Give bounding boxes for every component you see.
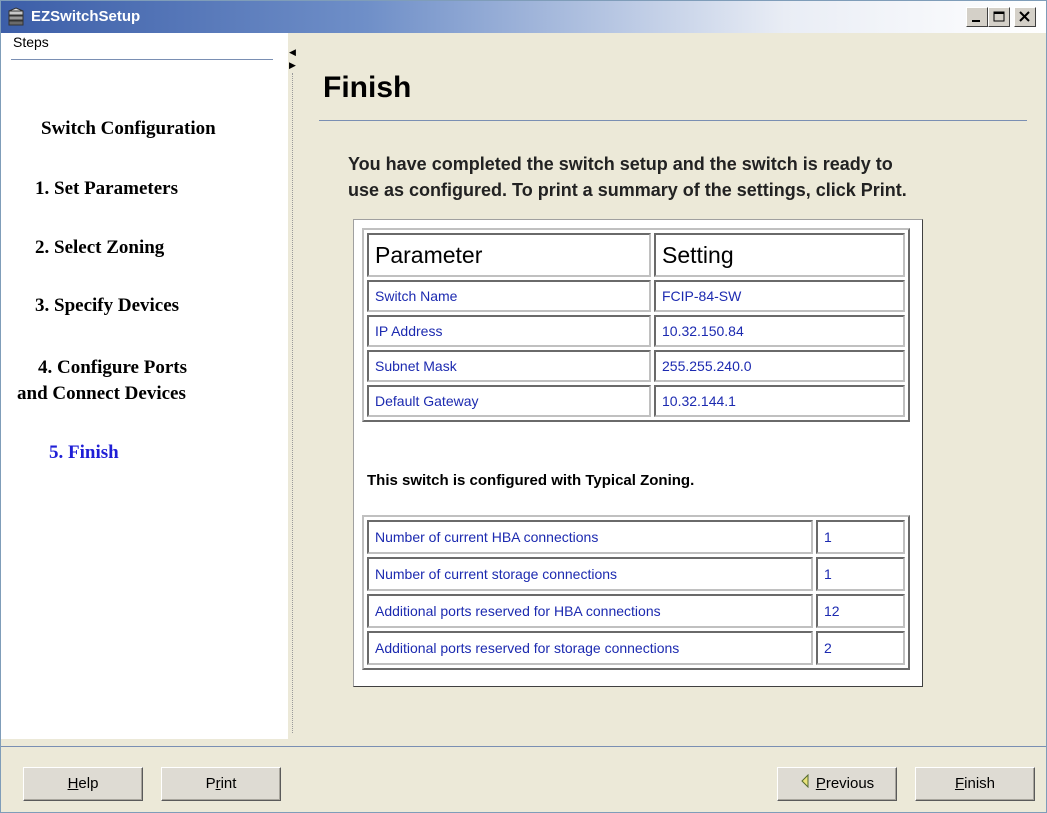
connection-label: Number of current HBA connections (367, 520, 813, 554)
print-label-end: int (220, 775, 237, 792)
expand-right-icon[interactable]: ▶ (289, 61, 296, 70)
header-setting: Setting (654, 233, 905, 277)
print-button[interactable]: Print (161, 767, 281, 801)
previous-button[interactable]: Previous (777, 767, 897, 801)
table-row: Additional ports reserved for HBA connec… (367, 594, 905, 628)
header-parameter: Parameter (367, 233, 651, 277)
collapse-left-icon[interactable]: ◀ (289, 48, 296, 57)
title-bar[interactable]: EZSwitchSetup (1, 1, 1046, 33)
window-title: EZSwitchSetup (31, 8, 141, 25)
connection-label: Additional ports reserved for storage co… (367, 631, 813, 665)
table-row: Number of current storage connections 1 (367, 557, 905, 591)
param-name: Switch Name (367, 280, 651, 312)
intro-text: You have completed the switch setup and … (348, 151, 1028, 203)
table-header-row: Parameter Setting (367, 233, 905, 277)
step-set-parameters: 1. Set Parameters (35, 178, 178, 199)
intro-line-2: use as configured. To print a summary of… (348, 180, 907, 200)
steps-divider (11, 59, 273, 60)
connection-value: 12 (816, 594, 905, 628)
table-row: Number of current HBA connections 1 (367, 520, 905, 554)
maximize-button[interactable] (988, 7, 1010, 27)
step-specify-devices: 3. Specify Devices (35, 295, 180, 316)
print-label-start: P (205, 775, 216, 792)
page-title: Finish (323, 71, 412, 104)
step-configure-ports-line1: 4. Configure Ports (38, 357, 187, 378)
close-button[interactable] (1014, 7, 1036, 27)
param-name: Subnet Mask (367, 350, 651, 382)
param-value: 10.32.150.84 (654, 315, 905, 347)
parameters-table: Parameter Setting Switch Name FCIP-84-SW… (362, 228, 910, 422)
param-value: 255.255.240.0 (654, 350, 905, 382)
finish-label: inish (964, 775, 996, 792)
finish-button[interactable]: Finish (915, 767, 1035, 801)
table-row: IP Address 10.32.150.84 (367, 315, 905, 347)
connections-table: Number of current HBA connections 1 Numb… (362, 515, 910, 670)
param-value: 10.32.144.1 (654, 385, 905, 417)
steps-label: Steps (13, 34, 49, 50)
connection-value: 2 (816, 631, 905, 665)
previous-label: revious (825, 775, 875, 792)
table-row: Subnet Mask 255.255.240.0 (367, 350, 905, 382)
table-row: Additional ports reserved for storage co… (367, 631, 905, 665)
app-icon (7, 7, 27, 27)
previous-arrow-icon (800, 768, 810, 800)
param-value: FCIP-84-SW (654, 280, 905, 312)
title-divider (319, 120, 1027, 121)
summary-panel: Parameter Setting Switch Name FCIP-84-SW… (353, 219, 923, 687)
step-select-zoning: 2. Select Zoning (35, 237, 165, 258)
table-row: Switch Name FCIP-84-SW (367, 280, 905, 312)
splitter-grip (292, 73, 294, 733)
intro-line-1: You have completed the switch setup and … (348, 154, 893, 174)
connection-value: 1 (816, 557, 905, 591)
param-name: Default Gateway (367, 385, 651, 417)
table-row: Default Gateway 10.32.144.1 (367, 385, 905, 417)
zoning-note: This switch is configured with Typical Z… (367, 472, 695, 489)
previous-hotkey: P (815, 775, 826, 792)
param-name: IP Address (367, 315, 651, 347)
connection-label: Number of current storage connections (367, 557, 813, 591)
app-window: EZSwitchSetup Steps Switch Configuration… (0, 0, 1047, 813)
footer-divider (1, 746, 1046, 747)
help-label: elp (78, 775, 99, 792)
help-hotkey: H (67, 775, 79, 792)
connection-value: 1 (816, 520, 905, 554)
connection-label: Additional ports reserved for HBA connec… (367, 594, 813, 628)
step-configure-ports-line2: and Connect Devices (17, 383, 186, 404)
help-button[interactable]: Help (23, 767, 143, 801)
step-finish: 5. Finish (49, 442, 119, 463)
pane-splitter[interactable]: ◀ ▶ (288, 33, 298, 739)
step-switch-configuration: Switch Configuration (41, 118, 216, 139)
finish-hotkey: F (954, 775, 965, 792)
minimize-button[interactable] (966, 7, 988, 27)
